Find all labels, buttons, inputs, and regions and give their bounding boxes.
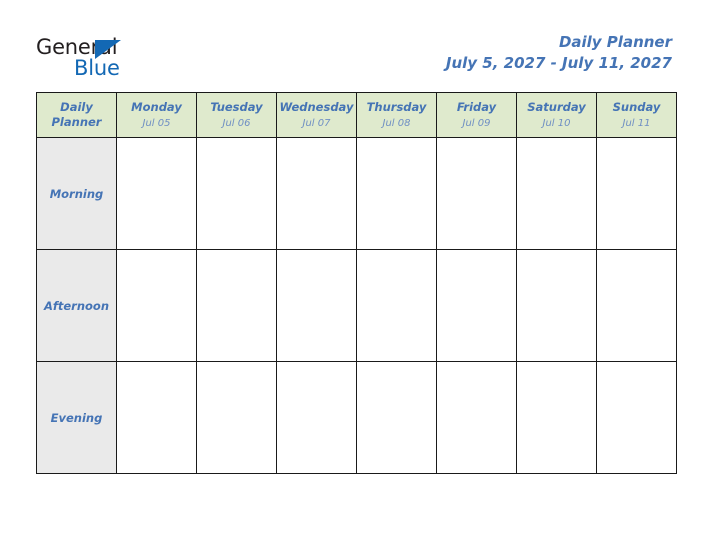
corner-line-2: Planner	[51, 115, 102, 129]
cell-afternoon-friday[interactable]	[436, 249, 517, 362]
cell-evening-wednesday[interactable]	[276, 361, 357, 474]
cell-afternoon-saturday[interactable]	[516, 249, 597, 362]
table-row-evening: Evening	[36, 361, 677, 474]
day-date-label: Jul 07	[302, 117, 331, 129]
day-name-label: Saturday	[527, 99, 586, 114]
day-date-label: Jul 05	[142, 117, 171, 129]
cell-evening-sunday[interactable]	[596, 361, 677, 474]
slot-label-morning: Morning	[36, 137, 117, 250]
slot-label-text: Evening	[50, 410, 103, 425]
cell-morning-wednesday[interactable]	[276, 137, 357, 250]
cell-morning-sunday[interactable]	[596, 137, 677, 250]
day-header-monday: Monday Jul 05	[116, 92, 197, 138]
day-name-label: Monday	[131, 99, 182, 114]
day-header-saturday: Saturday Jul 10	[516, 92, 597, 138]
cell-afternoon-tuesday[interactable]	[196, 249, 277, 362]
cell-evening-monday[interactable]	[116, 361, 197, 474]
table-row-afternoon: Afternoon	[36, 249, 677, 362]
header-titles: Daily Planner July 5, 2027 - July 11, 20…	[446, 32, 672, 74]
cell-evening-saturday[interactable]	[516, 361, 597, 474]
day-date-label: Jul 11	[622, 117, 651, 129]
day-header-sunday: Sunday Jul 11	[596, 92, 677, 138]
slot-label-evening: Evening	[36, 361, 117, 474]
day-header-thursday: Thursday Jul 08	[356, 92, 437, 138]
day-header-tuesday: Tuesday Jul 06	[196, 92, 277, 138]
day-date-label: Jul 06	[222, 117, 251, 129]
day-name-label: Sunday	[612, 99, 661, 114]
day-name-label: Thursday	[366, 99, 427, 114]
header-row: Daily Planner Monday Jul 05 Tuesday Jul …	[36, 92, 677, 138]
cell-morning-monday[interactable]	[116, 137, 197, 250]
day-name-label: Tuesday	[210, 99, 263, 114]
day-date-label: Jul 09	[462, 117, 491, 129]
date-range-label: July 5, 2027 - July 11, 2027	[445, 54, 672, 72]
general-blue-logo: General Blue	[36, 36, 186, 84]
day-name-label: Wednesday	[279, 99, 354, 114]
table-head: Daily Planner Monday Jul 05 Tuesday Jul …	[36, 92, 677, 138]
cell-morning-saturday[interactable]	[516, 137, 597, 250]
cell-evening-friday[interactable]	[436, 361, 517, 474]
slot-label-afternoon: Afternoon	[36, 249, 117, 362]
cell-afternoon-wednesday[interactable]	[276, 249, 357, 362]
page-title: Daily Planner	[558, 33, 672, 51]
planner-table-container: Daily Planner Monday Jul 05 Tuesday Jul …	[36, 92, 677, 474]
cell-afternoon-monday[interactable]	[116, 249, 197, 362]
day-header-wednesday: Wednesday Jul 07	[276, 92, 357, 138]
cell-morning-tuesday[interactable]	[196, 137, 277, 250]
cell-evening-tuesday[interactable]	[196, 361, 277, 474]
cell-evening-thursday[interactable]	[356, 361, 437, 474]
day-date-label: Jul 10	[542, 117, 571, 129]
table-body: Morning Afternoon Evening	[36, 137, 677, 474]
day-header-friday: Friday Jul 09	[436, 92, 517, 138]
corner-line-1: Daily	[60, 100, 93, 114]
cell-morning-friday[interactable]	[436, 137, 517, 250]
slot-label-text: Morning	[49, 186, 104, 201]
table-row-morning: Morning	[36, 137, 677, 250]
day-name-label: Friday	[456, 99, 497, 114]
daily-planner-table: Daily Planner Monday Jul 05 Tuesday Jul …	[36, 92, 677, 474]
logo-text-blue: Blue	[74, 56, 120, 80]
table-corner-header: Daily Planner	[36, 92, 117, 138]
cell-morning-thursday[interactable]	[356, 137, 437, 250]
cell-afternoon-thursday[interactable]	[356, 249, 437, 362]
day-date-label: Jul 08	[382, 117, 411, 129]
cell-afternoon-sunday[interactable]	[596, 249, 677, 362]
slot-label-text: Afternoon	[43, 298, 110, 313]
page-header: General Blue Daily Planner July 5, 2027 …	[0, 0, 712, 92]
